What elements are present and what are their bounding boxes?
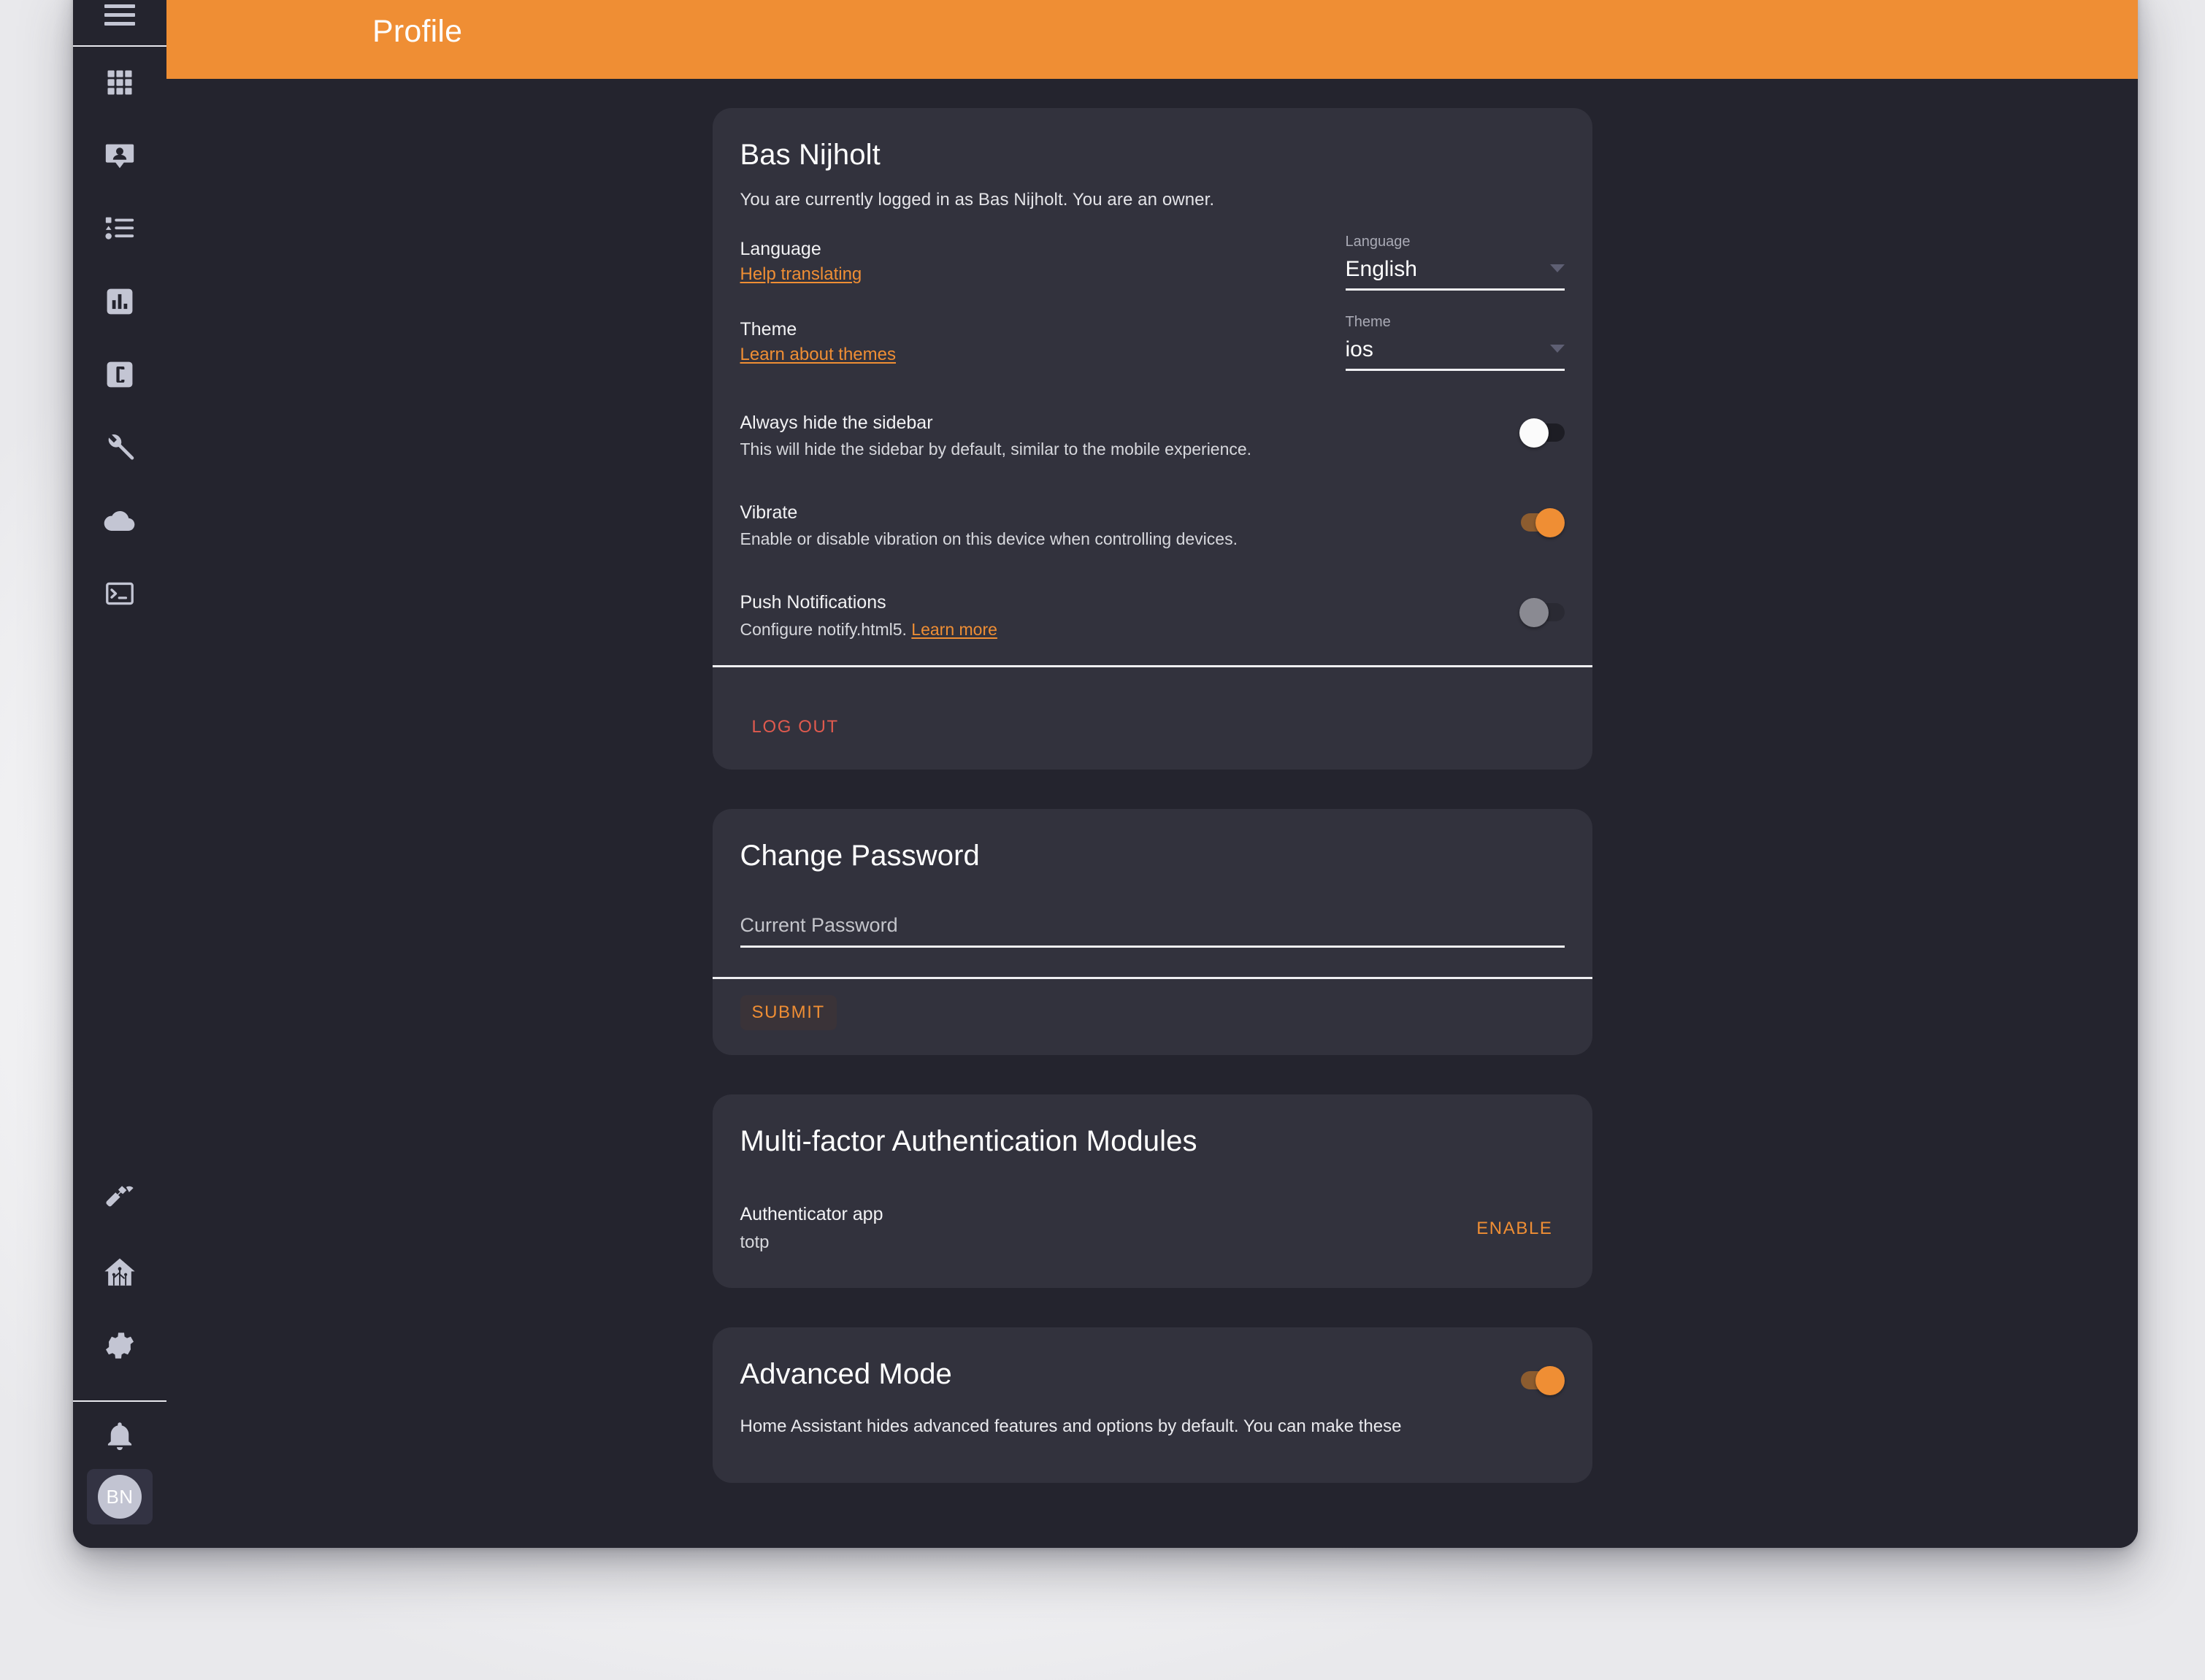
chevron-down-icon: [1550, 264, 1565, 272]
mfa-module-name: Authenticator app: [740, 1204, 1465, 1225]
theme-row: Theme Learn about themes Theme ios: [740, 291, 1565, 371]
language-select-value: English: [1346, 257, 1417, 282]
submit-button[interactable]: SUBMIT: [740, 995, 837, 1030]
advanced-mode-description: Home Assistant hides advanced features a…: [740, 1415, 1565, 1438]
sidebar-item-terminal[interactable]: [85, 575, 155, 612]
theme-select-value: ios: [1346, 337, 1373, 362]
sidebar-item-map[interactable]: [85, 137, 155, 174]
profile-card: Bas Nijholt You are currently logged in …: [713, 108, 1592, 770]
profile-logged-in-text: You are currently logged in as Bas Nijho…: [740, 190, 1565, 210]
chevron-down-icon: [1550, 345, 1565, 353]
page-title: Profile: [372, 14, 462, 50]
learn-about-themes-link[interactable]: Learn about themes: [740, 344, 896, 366]
theme-select-label: Theme: [1346, 314, 1565, 331]
vibrate-description: Enable or disable vibration on this devi…: [740, 529, 1484, 551]
sidebar: BN: [73, 0, 166, 1548]
theme-select[interactable]: Theme ios: [1346, 314, 1565, 371]
sidebar-item-developer-tools[interactable]: [85, 1181, 155, 1218]
sidebar-item-cloud[interactable]: [85, 502, 155, 539]
vibrate-row: Vibrate Enable or disable vibration on t…: [740, 461, 1565, 551]
hide-sidebar-row: Always hide the sidebar This will hide t…: [740, 371, 1565, 461]
sidebar-nav-list: [73, 47, 166, 1400]
learn-more-link[interactable]: Learn more: [911, 619, 997, 640]
format-list-checkbox-icon: [103, 212, 137, 245]
app-window: BN Profile Bas Nijholt You are currently…: [73, 0, 2138, 1548]
bell-icon: [103, 1419, 137, 1457]
app-toolbar: Profile: [166, 0, 2138, 79]
console-icon: [104, 578, 136, 610]
profile-button[interactable]: BN: [87, 1469, 153, 1524]
hide-sidebar-description: This will hide the sidebar by default, s…: [740, 439, 1484, 461]
advanced-mode-card: Advanced Mode Home Assistant hides advan…: [713, 1327, 1592, 1482]
home-assistant-icon: [101, 1254, 138, 1291]
hide-sidebar-label: Always hide the sidebar: [740, 412, 1484, 434]
account-badge-icon: [103, 139, 137, 172]
language-label: Language: [740, 238, 1316, 261]
language-select-label: Language: [1346, 234, 1565, 250]
push-notifications-label: Push Notifications: [740, 591, 1484, 614]
mfa-module-id: totp: [740, 1232, 1465, 1253]
vibrate-label: Vibrate: [740, 502, 1484, 524]
sidebar-item-calendar[interactable]: [85, 356, 155, 393]
vibrate-toggle[interactable]: [1519, 510, 1565, 534]
page-backdrop: BN Profile Bas Nijholt You are currently…: [0, 0, 2205, 1680]
sidebar-item-history[interactable]: [85, 283, 155, 320]
sidebar-item-settings[interactable]: [85, 1327, 155, 1364]
content-scroll-area[interactable]: Bas Nijholt You are currently logged in …: [166, 79, 2138, 1548]
hamburger-menu-icon: [104, 0, 135, 31]
sidebar-item-overview[interactable]: [85, 64, 155, 101]
push-notifications-description: Configure notify.html5. Learn more: [740, 619, 1484, 641]
sidebar-divider: [73, 1400, 166, 1402]
mfa-card: Multi-factor Authentication Modules Auth…: [713, 1094, 1592, 1288]
change-password-actions: SUBMIT: [713, 979, 1592, 1055]
notifications-button[interactable]: [85, 1418, 155, 1457]
cloud-icon: [102, 503, 137, 538]
mfa-module-row: Authenticator app totp ENABLE: [740, 1204, 1565, 1253]
profile-card-actions: LOG OUT: [713, 694, 1592, 770]
sidebar-item-tools[interactable]: [85, 429, 155, 466]
wrench-icon: [103, 431, 137, 464]
main-area: Profile Bas Nijholt You are currently lo…: [166, 0, 2138, 1548]
change-password-title: Change Password: [740, 840, 1565, 872]
push-notifications-toggle[interactable]: [1519, 600, 1565, 624]
language-select[interactable]: Language English: [1346, 234, 1565, 291]
push-notifications-row: Push Notifications Configure notify.html…: [740, 551, 1565, 640]
advanced-mode-title: Advanced Mode: [740, 1358, 952, 1390]
theme-label: Theme: [740, 318, 1316, 341]
sidebar-item-logbook[interactable]: [85, 210, 155, 247]
log-out-button[interactable]: LOG OUT: [740, 710, 851, 745]
mfa-enable-button[interactable]: ENABLE: [1465, 1211, 1564, 1246]
chart-box-icon: [104, 285, 136, 318]
push-description-text: Configure notify.html5.: [740, 620, 907, 639]
advanced-mode-toggle[interactable]: [1519, 1368, 1565, 1392]
avatar: BN: [98, 1475, 142, 1519]
sidebar-bottom-section: BN: [73, 1400, 166, 1548]
hide-sidebar-toggle[interactable]: [1519, 421, 1565, 444]
sidebar-item-supervisor[interactable]: [85, 1254, 155, 1291]
sidebar-menu-button[interactable]: [73, 0, 166, 47]
apps-grid-icon: [104, 66, 136, 99]
change-password-card: Change Password SUBMIT: [713, 809, 1592, 1055]
current-password-field[interactable]: [740, 914, 1565, 948]
help-translating-link[interactable]: Help translating: [740, 264, 862, 285]
alpha-c-box-icon: [104, 358, 136, 391]
cog-icon: [102, 1328, 137, 1363]
current-password-input[interactable]: [740, 914, 1565, 948]
language-row: Language Help translating Language Engli…: [740, 210, 1565, 291]
hammer-icon: [103, 1183, 137, 1216]
mfa-title: Multi-factor Authentication Modules: [740, 1125, 1565, 1157]
profile-name: Bas Nijholt: [740, 139, 1565, 171]
card-divider: [713, 665, 1592, 667]
